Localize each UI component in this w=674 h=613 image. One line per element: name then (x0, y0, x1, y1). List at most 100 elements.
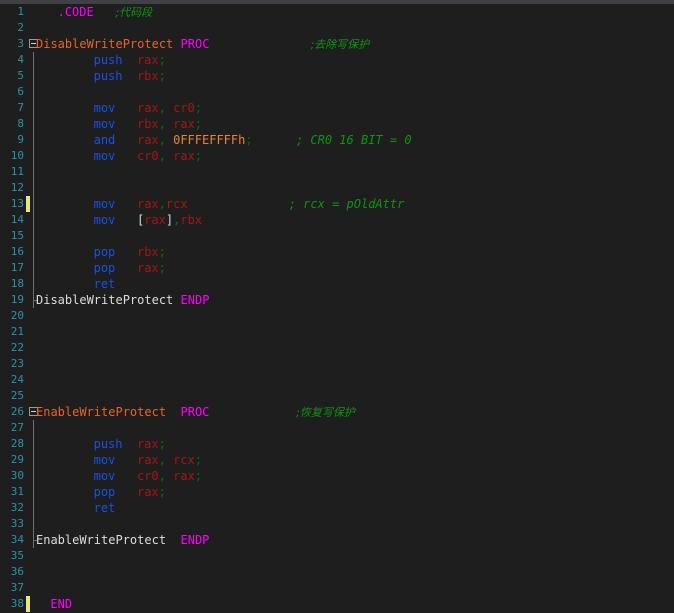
fold-guide-line (33, 532, 37, 548)
code-token: push (93, 53, 123, 67)
code-line[interactable]: 18 ret (0, 276, 674, 292)
code-line[interactable]: 9 and rax, 0FFFEFFFFh; ; CR0 16 BIT = 0 (0, 132, 674, 148)
code-line[interactable]: 32 ret (0, 500, 674, 516)
code-token: mov (93, 149, 116, 163)
code-line-text[interactable]: push rax; (94, 436, 166, 452)
code-line[interactable]: 33 (0, 516, 674, 532)
code-line[interactable]: 8 mov rbx, rax; (0, 116, 674, 132)
code-line-text[interactable]: .CODE ;代码段 (58, 4, 153, 20)
code-line[interactable]: 3 DisableWriteProtect PROC ;去除写保护 (0, 36, 674, 52)
code-line[interactable]: 31 pop rax; (0, 484, 674, 500)
code-token: rax (173, 469, 195, 483)
code-line[interactable]: 10 mov cr0, rax; (0, 148, 674, 164)
code-token: , (158, 453, 174, 467)
code-token: rax (173, 117, 195, 131)
code-token: rax (144, 213, 166, 227)
code-line[interactable]: 38 END (0, 596, 674, 612)
code-line-text[interactable]: mov rax, rcx; (94, 452, 202, 468)
fold-guide-line (33, 500, 34, 516)
code-line[interactable]: 16 pop rbx; (0, 244, 674, 260)
line-number: 2 (17, 21, 24, 34)
code-line[interactable]: 1 .CODE ;代码段 (0, 4, 674, 20)
code-token: END (50, 597, 73, 611)
code-line[interactable]: 4 push rax; (0, 52, 674, 68)
code-line[interactable]: 35 (0, 548, 674, 564)
code-token: cr0 (173, 101, 195, 115)
code-line[interactable]: 27 (0, 420, 674, 436)
code-token: ENDP (180, 293, 210, 307)
code-line-text[interactable]: ret (94, 500, 116, 516)
code-line[interactable]: 21 (0, 324, 674, 340)
code-line[interactable]: 12 (0, 180, 674, 196)
code-line-text[interactable]: mov rbx, rax; (94, 116, 202, 132)
code-line[interactable]: 23 (0, 356, 674, 372)
line-number: 31 (10, 485, 24, 498)
code-line[interactable]: 24 (0, 372, 674, 388)
code-line[interactable]: 19 DisableWriteProtect ENDP (0, 292, 674, 308)
code-line-text[interactable]: DisableWriteProtect PROC ;去除写保护 (36, 36, 369, 52)
code-line-text[interactable]: EnableWriteProtect PROC ;恢复写保护 (36, 404, 355, 420)
line-number: 25 (10, 389, 24, 402)
code-line-text[interactable]: mov rax,rcx ; rcx = pOldAttr (94, 196, 405, 212)
code-line[interactable]: 6 (0, 84, 674, 100)
code-line[interactable]: 2 (0, 20, 674, 36)
code-line-text[interactable]: pop rbx; (94, 244, 166, 260)
code-token: ; CR0 16 BIT = 0 (295, 133, 412, 147)
code-text-area[interactable]: 1 .CODE ;代码段 2 3 DisableWriteProtect PROC ;去… (0, 4, 674, 613)
code-token: cr0 (136, 469, 159, 483)
line-number: 14 (10, 213, 24, 226)
code-token: mov (93, 469, 116, 483)
code-line-text[interactable]: and rax, 0FFFEFFFFh; ; CR0 16 BIT = 0 (94, 132, 412, 148)
code-line[interactable]: 30 mov cr0, rax; (0, 468, 674, 484)
code-line[interactable]: 34 EnableWriteProtect ENDP (0, 532, 674, 548)
line-number: 5 (17, 69, 24, 82)
code-line[interactable]: 29 mov rax, rcx; (0, 452, 674, 468)
code-token: mov (93, 453, 116, 467)
code-line[interactable]: 26 EnableWriteProtect PROC ;恢复写保护 (0, 404, 674, 420)
code-line-text[interactable]: EnableWriteProtect ENDP (36, 532, 209, 548)
code-line[interactable]: 25 (0, 388, 674, 404)
code-token: ; (194, 101, 203, 115)
code-token: pop (93, 245, 116, 259)
fold-guide-line (33, 132, 34, 148)
code-line[interactable]: 36 (0, 564, 674, 580)
code-line[interactable]: 13 mov rax,rcx ; rcx = pOldAttr (0, 196, 674, 212)
fold-guide-line (33, 516, 34, 532)
code-line[interactable]: 28 push rax; (0, 436, 674, 452)
code-line-text[interactable]: DisableWriteProtect ENDP (36, 292, 209, 308)
code-token: pop (93, 261, 116, 275)
code-line[interactable]: 11 (0, 164, 674, 180)
code-line-text[interactable]: mov cr0, rax; (94, 468, 202, 484)
code-line[interactable]: 7 mov rax, cr0; (0, 100, 674, 116)
code-token: ; (158, 53, 166, 67)
code-token: ; rcx = pOldAttr (288, 197, 405, 211)
code-line-text[interactable]: pop rax; (94, 260, 166, 276)
code-line[interactable]: 14 mov [rax],rbx (0, 212, 674, 228)
fold-guide-line (33, 148, 34, 164)
code-line-text[interactable]: mov rax, cr0; (94, 100, 202, 116)
code-line-text[interactable]: ret (94, 276, 116, 292)
line-number: 11 (10, 165, 24, 178)
code-line[interactable]: 17 pop rax; (0, 260, 674, 276)
code-line-text[interactable]: push rax; (94, 52, 166, 68)
code-line[interactable]: 37 (0, 580, 674, 596)
code-line-text[interactable]: END (50, 596, 72, 612)
code-token: PROC (180, 37, 210, 51)
code-line-text[interactable]: mov cr0, rax; (94, 148, 202, 164)
code-line[interactable]: 5 push rbx; (0, 68, 674, 84)
code-token: rax (136, 197, 159, 211)
code-line[interactable]: 15 (0, 228, 674, 244)
unsaved-change-marker (26, 196, 30, 212)
code-line-text[interactable]: mov [rax],rbx (94, 212, 202, 228)
code-line-text[interactable]: push rbx; (94, 68, 166, 84)
code-line-text[interactable]: pop rax; (94, 484, 166, 500)
line-number: 12 (10, 181, 24, 194)
code-line[interactable]: 22 (0, 340, 674, 356)
code-line[interactable]: 20 (0, 308, 674, 324)
fold-guide-line (33, 484, 34, 500)
line-number: 37 (10, 581, 24, 594)
